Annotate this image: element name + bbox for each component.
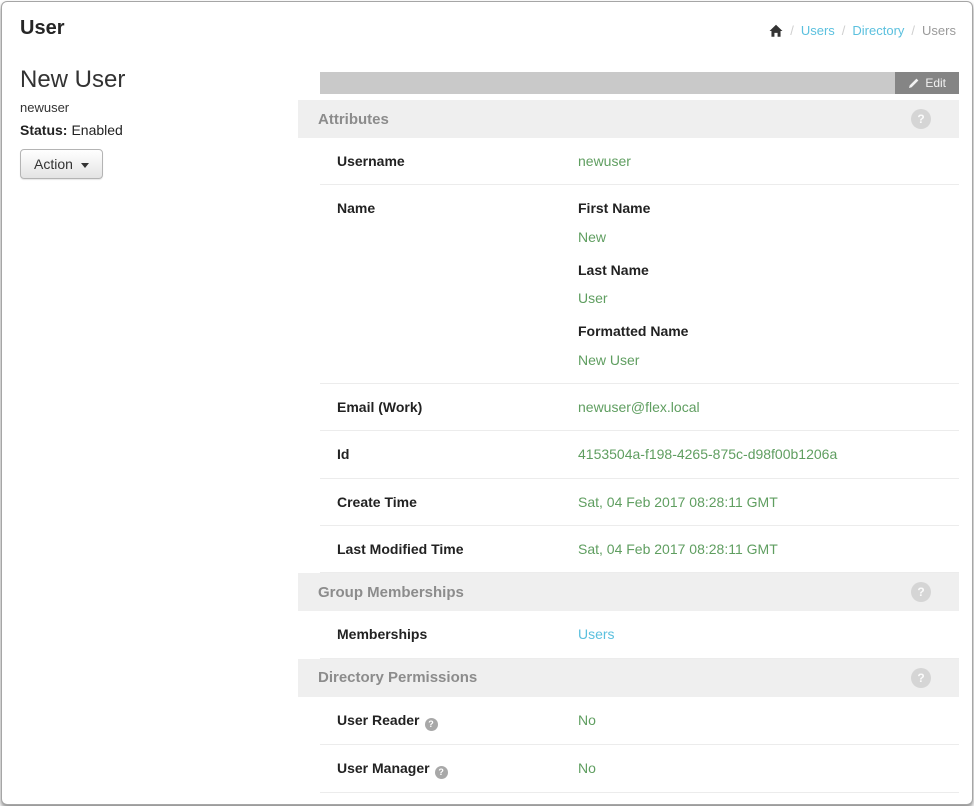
caret-down-icon	[81, 163, 89, 168]
row-user-manager: User Manager? No	[320, 745, 959, 793]
row-value: Sat, 04 Feb 2017 08:28:11 GMT	[578, 492, 959, 512]
page-title: User	[20, 17, 64, 40]
row-label: Name	[320, 198, 578, 370]
action-button-label: Action	[34, 156, 73, 172]
status-value: Enabled	[71, 122, 122, 138]
row-value: 4153504a-f198-4265-875c-d98f00b1206a	[578, 444, 959, 464]
breadcrumb: / Users / Directory / Users	[769, 23, 956, 38]
sub-field-value: User	[578, 288, 959, 308]
row-value: No	[578, 710, 959, 731]
row-memberships: Memberships Users	[320, 611, 959, 658]
sub-field-label: Last Name	[578, 260, 959, 280]
breadcrumb-current: Users	[922, 23, 956, 38]
row-label-text: User Manager	[337, 760, 430, 776]
section-title: Directory Permissions	[318, 669, 477, 686]
section-title: Group Memberships	[318, 584, 464, 601]
row-label: Id	[320, 444, 578, 464]
row-group-entitlement-manager: Group and Entitlement Manager? No	[320, 793, 959, 805]
action-dropdown-button[interactable]: Action	[20, 149, 103, 179]
row-create-time: Create Time Sat, 04 Feb 2017 08:28:11 GM…	[320, 479, 959, 526]
name-fields: First Name New Last Name User Formatted …	[578, 198, 959, 370]
section-group-memberships: Group Memberships ? Memberships Users	[298, 573, 959, 658]
section-header-group-memberships: Group Memberships ?	[298, 573, 959, 611]
row-label: Create Time	[320, 492, 578, 512]
sub-field-label: Formatted Name	[578, 321, 959, 341]
row-email-work: Email (Work) newuser@flex.local	[320, 384, 959, 431]
row-label-text: User Reader	[337, 712, 420, 728]
section-header-attributes: Attributes ?	[298, 100, 959, 138]
user-display-name: New User	[20, 66, 275, 94]
edit-button-label: Edit	[925, 76, 946, 90]
sub-field-value: New	[578, 227, 959, 247]
row-label: Memberships	[320, 624, 578, 644]
row-name: Name First Name New Last Name User Forma…	[320, 185, 959, 384]
user-summary-panel: New User newuser Status:Enabled Action	[20, 66, 275, 179]
sub-field-label: First Name	[578, 198, 959, 218]
help-icon[interactable]: ?	[911, 582, 931, 602]
row-label: Username	[320, 151, 578, 171]
row-last-modified-time: Last Modified Time Sat, 04 Feb 2017 08:2…	[320, 526, 959, 573]
help-icon[interactable]: ?	[425, 718, 438, 731]
row-value: No	[578, 758, 959, 779]
membership-link-users[interactable]: Users	[578, 626, 615, 642]
row-value: Users	[578, 624, 959, 644]
breadcrumb-separator: /	[911, 23, 915, 38]
sub-field-value: New User	[578, 350, 959, 370]
row-label: User Manager?	[320, 758, 578, 779]
section-directory-permissions: Directory Permissions ? User Reader? No …	[298, 659, 959, 805]
row-username: Username newuser	[320, 138, 959, 185]
user-detail-page: User / Users / Directory / Users New Use…	[1, 1, 973, 805]
row-id: Id 4153504a-f198-4265-875c-d98f00b1206a	[320, 431, 959, 478]
breadcrumb-separator: /	[842, 23, 846, 38]
row-value: Sat, 04 Feb 2017 08:28:11 GMT	[578, 539, 959, 559]
user-username: newuser	[20, 100, 275, 115]
section-title: Attributes	[318, 111, 389, 128]
section-header-directory-permissions: Directory Permissions ?	[298, 659, 959, 697]
section-attributes: Attributes ? Username newuser Name First…	[298, 100, 959, 573]
row-label: User Reader?	[320, 710, 578, 731]
pencil-icon	[908, 78, 919, 89]
help-icon[interactable]: ?	[911, 109, 931, 129]
home-icon[interactable]	[769, 24, 783, 38]
row-value: newuser	[578, 151, 959, 171]
edit-toolbar: Edit	[320, 72, 959, 94]
row-label: Last Modified Time	[320, 539, 578, 559]
help-icon[interactable]: ?	[911, 668, 931, 688]
directory-permissions-rows: User Reader? No User Manager? No Group a…	[320, 697, 959, 805]
row-label: Email (Work)	[320, 397, 578, 417]
attributes-rows: Username newuser Name First Name New Las…	[320, 138, 959, 573]
group-memberships-rows: Memberships Users	[320, 611, 959, 658]
help-icon[interactable]: ?	[435, 766, 448, 779]
breadcrumb-separator: /	[790, 23, 794, 38]
status-label: Status:	[20, 122, 67, 138]
user-status: Status:Enabled	[20, 122, 275, 138]
row-user-reader: User Reader? No	[320, 697, 959, 745]
main-content: Edit Attributes ? Username newuser Name …	[298, 72, 959, 805]
edit-button[interactable]: Edit	[895, 72, 959, 94]
breadcrumb-link-users[interactable]: Users	[801, 23, 835, 38]
row-value: newuser@flex.local	[578, 397, 959, 417]
breadcrumb-link-directory[interactable]: Directory	[852, 23, 904, 38]
